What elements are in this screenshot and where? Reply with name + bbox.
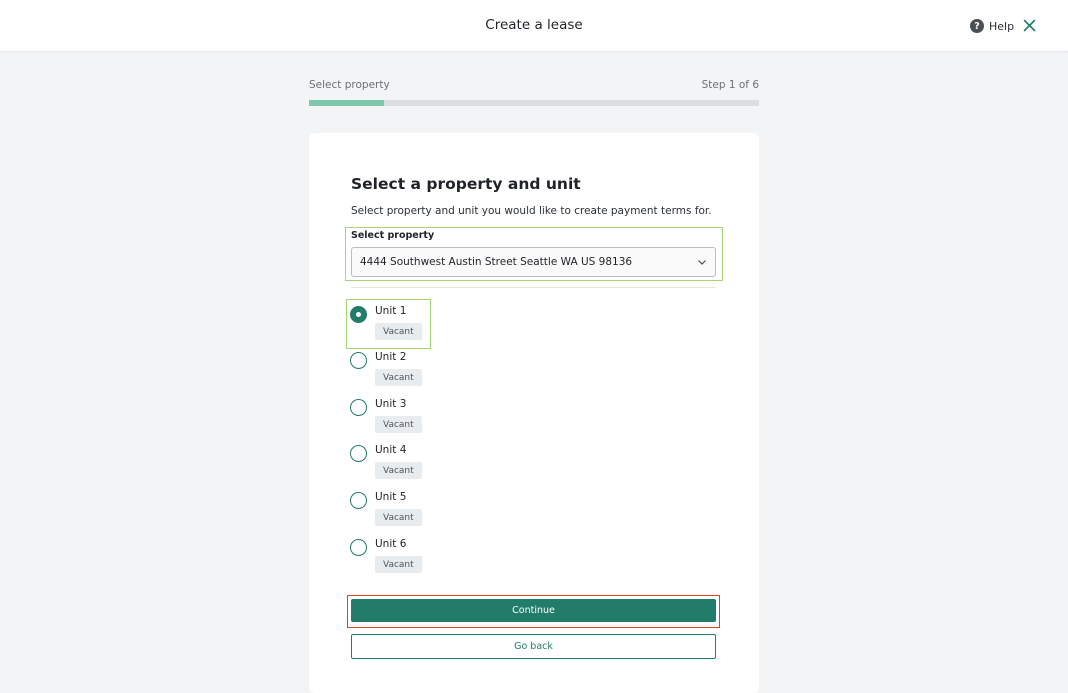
unit-name: Unit 5 (375, 491, 407, 503)
divider (351, 287, 716, 288)
form-heading: Select a property and unit (351, 175, 581, 193)
property-select[interactable]: 4444 Southwest Austin Street Seattle WA … (351, 247, 716, 277)
close-icon[interactable] (1022, 18, 1037, 33)
unit-option-6[interactable]: Unit 6 Vacant (350, 534, 470, 574)
help-button[interactable]: ? Help (970, 18, 1014, 34)
unit-radio[interactable] (350, 445, 367, 462)
unit-name: Unit 1 (375, 305, 407, 317)
progress-bar (309, 100, 759, 106)
unit-radio[interactable] (350, 492, 367, 509)
unit-name: Unit 2 (375, 351, 407, 363)
unit-option-4[interactable]: Unit 4 Vacant (350, 440, 470, 480)
status-badge: Vacant (375, 369, 422, 386)
status-badge: Vacant (375, 323, 422, 340)
go-back-button[interactable]: Go back (351, 634, 716, 659)
unit-name: Unit 6 (375, 538, 407, 550)
help-label: Help (989, 19, 1015, 33)
status-badge: Vacant (375, 462, 422, 479)
property-select-value: 4444 Southwest Austin Street Seattle WA … (360, 256, 633, 268)
form-subtext: Select property and unit you would like … (351, 205, 712, 217)
step-label: Select property (309, 79, 390, 91)
step-count: Step 1 of 6 (701, 79, 759, 91)
chevron-down-icon (698, 260, 706, 265)
unit-radio[interactable] (350, 399, 367, 416)
continue-button[interactable]: Continue (351, 599, 716, 622)
unit-radio[interactable] (350, 539, 367, 556)
status-badge: Vacant (375, 556, 422, 573)
status-badge: Vacant (375, 416, 422, 433)
unit-name: Unit 3 (375, 398, 407, 410)
progress-fill (309, 100, 384, 106)
property-field-label: Select property (351, 230, 435, 241)
help-icon: ? (970, 19, 984, 33)
unit-radio[interactable] (350, 352, 367, 369)
top-bar: Create a lease ? Help (0, 0, 1068, 52)
unit-option-1[interactable]: Unit 1 Vacant (350, 301, 470, 341)
page-title: Create a lease (485, 17, 583, 33)
unit-option-5[interactable]: Unit 5 Vacant (350, 487, 470, 527)
unit-radio[interactable] (350, 306, 367, 323)
unit-option-2[interactable]: Unit 2 Vacant (350, 347, 470, 387)
unit-name: Unit 4 (375, 444, 407, 456)
status-badge: Vacant (375, 509, 422, 526)
unit-option-3[interactable]: Unit 3 Vacant (350, 394, 470, 434)
